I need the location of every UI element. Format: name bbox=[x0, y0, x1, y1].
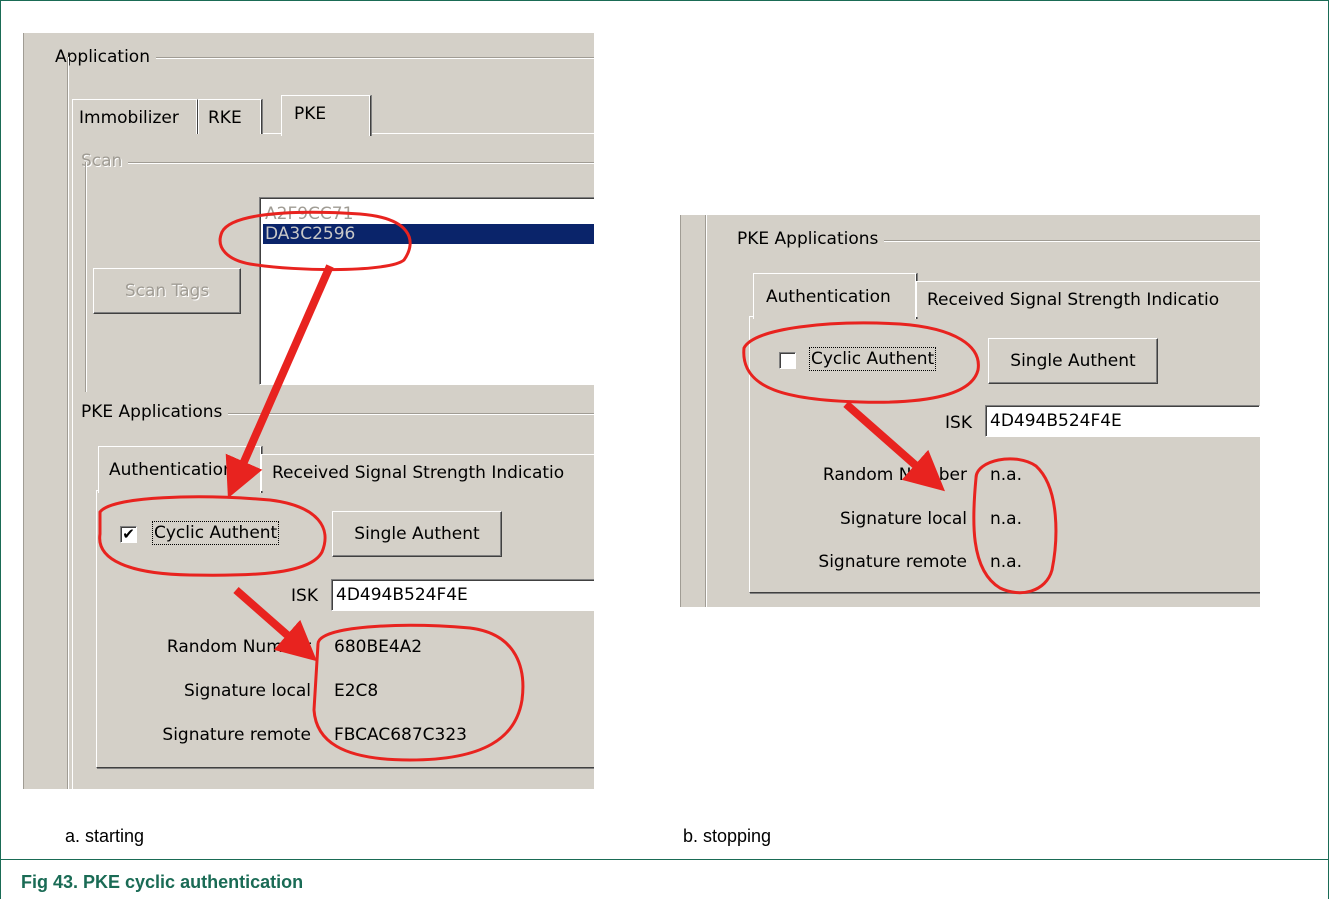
isk-field[interactable]: 4D494B524F4E bbox=[985, 405, 1260, 437]
pke-applications-group-title: PKE Applications bbox=[737, 229, 885, 249]
tag-list-item-selected[interactable]: DA3C2596 bbox=[263, 224, 594, 244]
single-authent-button[interactable]: Single Authent bbox=[988, 338, 1158, 384]
isk-field[interactable]: 4D494B524F4E bbox=[331, 579, 594, 611]
signature-remote-label: Signature remote bbox=[818, 552, 967, 572]
tab-rssi[interactable]: Received Signal Strength Indicatio bbox=[261, 454, 594, 491]
cyclic-authent-checkbox[interactable]: ✔ bbox=[120, 526, 137, 543]
tab-authentication[interactable]: Authentication bbox=[98, 446, 262, 493]
application-group-title: Application bbox=[55, 47, 156, 67]
signature-remote-value: n.a. bbox=[990, 552, 1022, 572]
scan-group-line bbox=[85, 162, 594, 164]
cyclic-authent-label[interactable]: Cyclic Authent bbox=[151, 521, 280, 545]
tab-rke[interactable]: RKE bbox=[198, 99, 262, 134]
random-number-value: n.a. bbox=[990, 465, 1022, 485]
single-authent-button[interactable]: Single Authent bbox=[332, 511, 502, 557]
tag-listbox[interactable]: A2F9CC71 DA3C2596 bbox=[259, 197, 594, 385]
signature-local-value: E2C8 bbox=[334, 681, 379, 701]
signature-remote-value: FBCAC687C323 bbox=[334, 725, 467, 745]
signature-local-label: Signature local bbox=[839, 509, 967, 529]
cyclic-authent-checkbox[interactable] bbox=[779, 352, 796, 369]
tab-rssi[interactable]: Received Signal Strength Indicatio bbox=[916, 281, 1260, 317]
figure-separator bbox=[0, 859, 1329, 860]
scan-tags-button[interactable]: Scan Tags bbox=[93, 268, 241, 314]
signature-local-value: n.a. bbox=[990, 509, 1022, 529]
isk-label: ISK bbox=[945, 413, 972, 433]
signature-local-label: Signature local bbox=[183, 681, 311, 701]
figure-caption: Fig 43. PKE cyclic authentication bbox=[21, 872, 304, 892]
scan-group-title: Scan bbox=[81, 151, 129, 171]
random-number-label: Random Number bbox=[166, 637, 311, 657]
caption-a: a. starting bbox=[65, 826, 145, 846]
tab-authentication[interactable]: Authentication bbox=[753, 273, 917, 319]
screenshot-a: Application Immobilizer RKE PKE Scan A2F… bbox=[21, 33, 594, 789]
isk-label: ISK bbox=[291, 586, 318, 606]
tab-immobilizer[interactable]: Immobilizer bbox=[72, 99, 198, 134]
random-number-value: 680BE4A2 bbox=[334, 637, 423, 657]
tab-pke[interactable]: PKE bbox=[281, 95, 371, 136]
cyclic-authent-label[interactable]: Cyclic Authent bbox=[808, 347, 937, 371]
tag-list-item[interactable]: A2F9CC71 bbox=[263, 204, 594, 224]
pke-applications-group-title: PKE Applications bbox=[81, 402, 229, 422]
signature-remote-label: Signature remote bbox=[162, 725, 311, 745]
screenshot-b: PKE Applications Authentication Received… bbox=[677, 215, 1260, 607]
random-number-label: Random Number bbox=[822, 465, 967, 485]
caption-b: b. stopping bbox=[683, 826, 772, 846]
